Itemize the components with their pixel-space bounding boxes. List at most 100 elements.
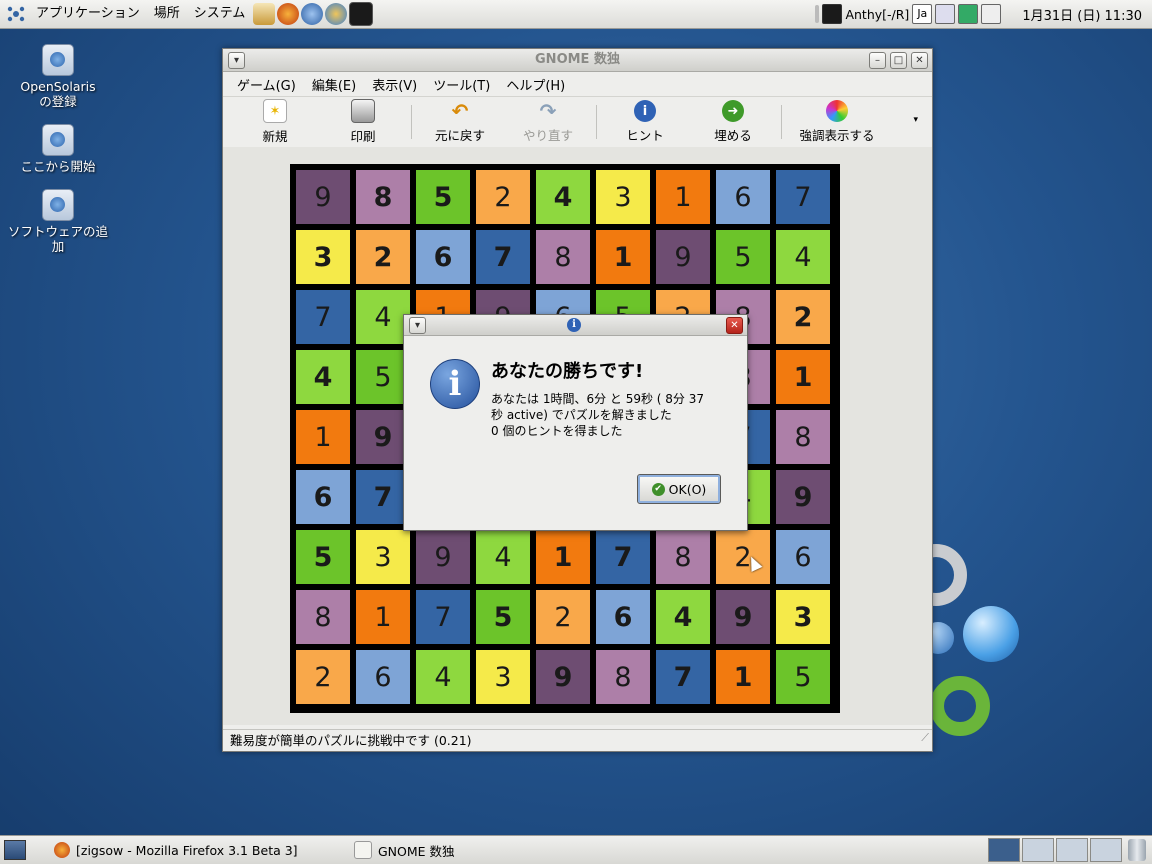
ok-button[interactable]: ✔ OK(O) [637, 474, 721, 504]
sudoku-cell[interactable]: 5 [476, 590, 530, 644]
print-button[interactable]: 印刷 [319, 99, 407, 145]
sudoku-cell[interactable]: 7 [776, 170, 830, 224]
sudoku-cell[interactable]: 8 [776, 410, 830, 464]
menu-edit[interactable]: 編集(E) [304, 75, 364, 94]
sudoku-cell[interactable]: 8 [536, 230, 590, 284]
firefox-icon[interactable] [277, 3, 300, 25]
sudoku-cell[interactable]: 5 [296, 530, 350, 584]
workspace-2[interactable] [1022, 838, 1054, 862]
sudoku-cell[interactable]: 7 [476, 230, 530, 284]
sudoku-cell[interactable]: 9 [296, 170, 350, 224]
trash-icon[interactable] [1128, 839, 1146, 861]
sudoku-cell[interactable]: 1 [296, 410, 350, 464]
sudoku-cell[interactable]: 2 [296, 650, 350, 704]
sudoku-cell[interactable]: 7 [356, 470, 410, 524]
sudoku-cell[interactable]: 6 [716, 170, 770, 224]
fill-button[interactable]: ➜ 埋める [689, 100, 777, 144]
sudoku-cell[interactable]: 5 [356, 350, 410, 404]
dialog-menu-button[interactable]: ▾ [409, 317, 426, 334]
sudoku-cell[interactable]: 9 [716, 590, 770, 644]
sudoku-cell[interactable]: 8 [356, 170, 410, 224]
dialog-titlebar[interactable]: ▾ i ✕ [404, 315, 747, 336]
maximize-button[interactable]: □ [890, 52, 907, 69]
sudoku-cell[interactable]: 5 [716, 230, 770, 284]
sudoku-cell[interactable]: 8 [656, 530, 710, 584]
menu-tools[interactable]: ツール(T) [425, 75, 498, 94]
menu-help[interactable]: ヘルプ(H) [498, 75, 573, 94]
sudoku-cell[interactable]: 1 [596, 230, 650, 284]
sudoku-cell[interactable]: 3 [476, 650, 530, 704]
desktop-icon-add-software[interactable]: ソフトウェアの追 加 [8, 189, 108, 254]
sudoku-cell[interactable]: 1 [536, 530, 590, 584]
menu-applications[interactable]: アプリケーション [29, 0, 147, 28]
terminal-icon[interactable] [349, 2, 374, 26]
window-titlebar[interactable]: ▾ GNOME 数独 – □ ✕ [223, 49, 932, 72]
sudoku-cell[interactable]: 3 [776, 590, 830, 644]
redo-button[interactable]: ↷ やり直す [504, 99, 592, 144]
sudoku-cell[interactable]: 4 [296, 350, 350, 404]
sudoku-cell[interactable]: 6 [356, 650, 410, 704]
workspace-3[interactable] [1056, 838, 1088, 862]
minimize-button[interactable]: – [869, 52, 886, 69]
home-icon[interactable] [253, 3, 276, 25]
menu-game[interactable]: ゲーム(G) [229, 75, 304, 94]
clipboard-icon[interactable] [935, 4, 956, 24]
sudoku-cell[interactable]: 2 [776, 290, 830, 344]
highlight-button[interactable]: 強調表示する [786, 100, 888, 144]
sudoku-cell[interactable]: 1 [356, 590, 410, 644]
resize-grip-icon[interactable]: ⟋ [921, 727, 929, 749]
desktop-icon-start-here[interactable]: ここから開始 [8, 124, 108, 174]
network-icon[interactable] [958, 4, 979, 24]
sudoku-cell[interactable]: 9 [536, 650, 590, 704]
sudoku-cell[interactable]: 1 [716, 650, 770, 704]
sudoku-cell[interactable]: 4 [656, 590, 710, 644]
volume-muted-icon[interactable] [981, 4, 1002, 24]
software-update-icon[interactable] [325, 3, 348, 25]
sudoku-cell[interactable]: 3 [596, 170, 650, 224]
thunderbird-icon[interactable] [301, 3, 324, 25]
workspace-1[interactable] [988, 838, 1020, 862]
sudoku-cell[interactable]: 6 [596, 590, 650, 644]
hint-button[interactable]: i ヒント [601, 100, 689, 144]
task-firefox[interactable]: [zigsow - Mozilla Firefox 3.1 Beta 3] [46, 838, 346, 862]
menu-places[interactable]: 場所 [147, 0, 187, 28]
new-button[interactable]: ✶ 新規 [231, 99, 319, 145]
clock[interactable]: 1月31日 (日) 11:30 [1004, 5, 1148, 24]
sudoku-cell[interactable]: 4 [356, 290, 410, 344]
sudoku-cell[interactable]: 4 [536, 170, 590, 224]
sudoku-cell[interactable]: 9 [416, 530, 470, 584]
menu-view[interactable]: 表示(V) [364, 75, 425, 94]
sudoku-cell[interactable]: 7 [596, 530, 650, 584]
undo-button[interactable]: ↶ 元に戻す [416, 99, 504, 144]
gnome-foot-icon[interactable] [6, 4, 26, 24]
sudoku-cell[interactable]: 1 [776, 350, 830, 404]
sudoku-cell[interactable]: 2 [536, 590, 590, 644]
sudoku-cell[interactable]: 7 [296, 290, 350, 344]
sudoku-cell[interactable]: 6 [776, 530, 830, 584]
show-desktop-icon[interactable] [4, 840, 26, 860]
sudoku-cell[interactable]: 2 [476, 170, 530, 224]
sudoku-cell[interactable]: 2 [356, 230, 410, 284]
sudoku-cell[interactable]: 4 [776, 230, 830, 284]
input-method-icon[interactable] [822, 4, 843, 24]
sudoku-cell[interactable]: 3 [356, 530, 410, 584]
sudoku-cell[interactable]: 1 [656, 170, 710, 224]
sudoku-cell[interactable]: 6 [296, 470, 350, 524]
desktop-icon-registration[interactable]: OpenSolaris の登録 [8, 44, 108, 109]
menu-system[interactable]: システム [187, 0, 253, 28]
task-sudoku[interactable]: GNOME 数独 [346, 838, 646, 862]
sudoku-cell[interactable]: 9 [776, 470, 830, 524]
sudoku-cell[interactable]: 7 [656, 650, 710, 704]
sudoku-cell[interactable]: 8 [296, 590, 350, 644]
dialog-close-button[interactable]: ✕ [726, 317, 743, 334]
toolbar-overflow-icon[interactable]: ▾ [913, 115, 918, 125]
sudoku-cell[interactable]: 5 [776, 650, 830, 704]
sudoku-cell[interactable]: 3 [296, 230, 350, 284]
sudoku-cell[interactable]: 2 [716, 530, 770, 584]
workspace-4[interactable] [1090, 838, 1122, 862]
sudoku-cell[interactable]: 9 [656, 230, 710, 284]
sudoku-cell[interactable]: 4 [416, 650, 470, 704]
sudoku-cell[interactable]: 6 [416, 230, 470, 284]
sudoku-cell[interactable]: 9 [356, 410, 410, 464]
close-button[interactable]: ✕ [911, 52, 928, 69]
